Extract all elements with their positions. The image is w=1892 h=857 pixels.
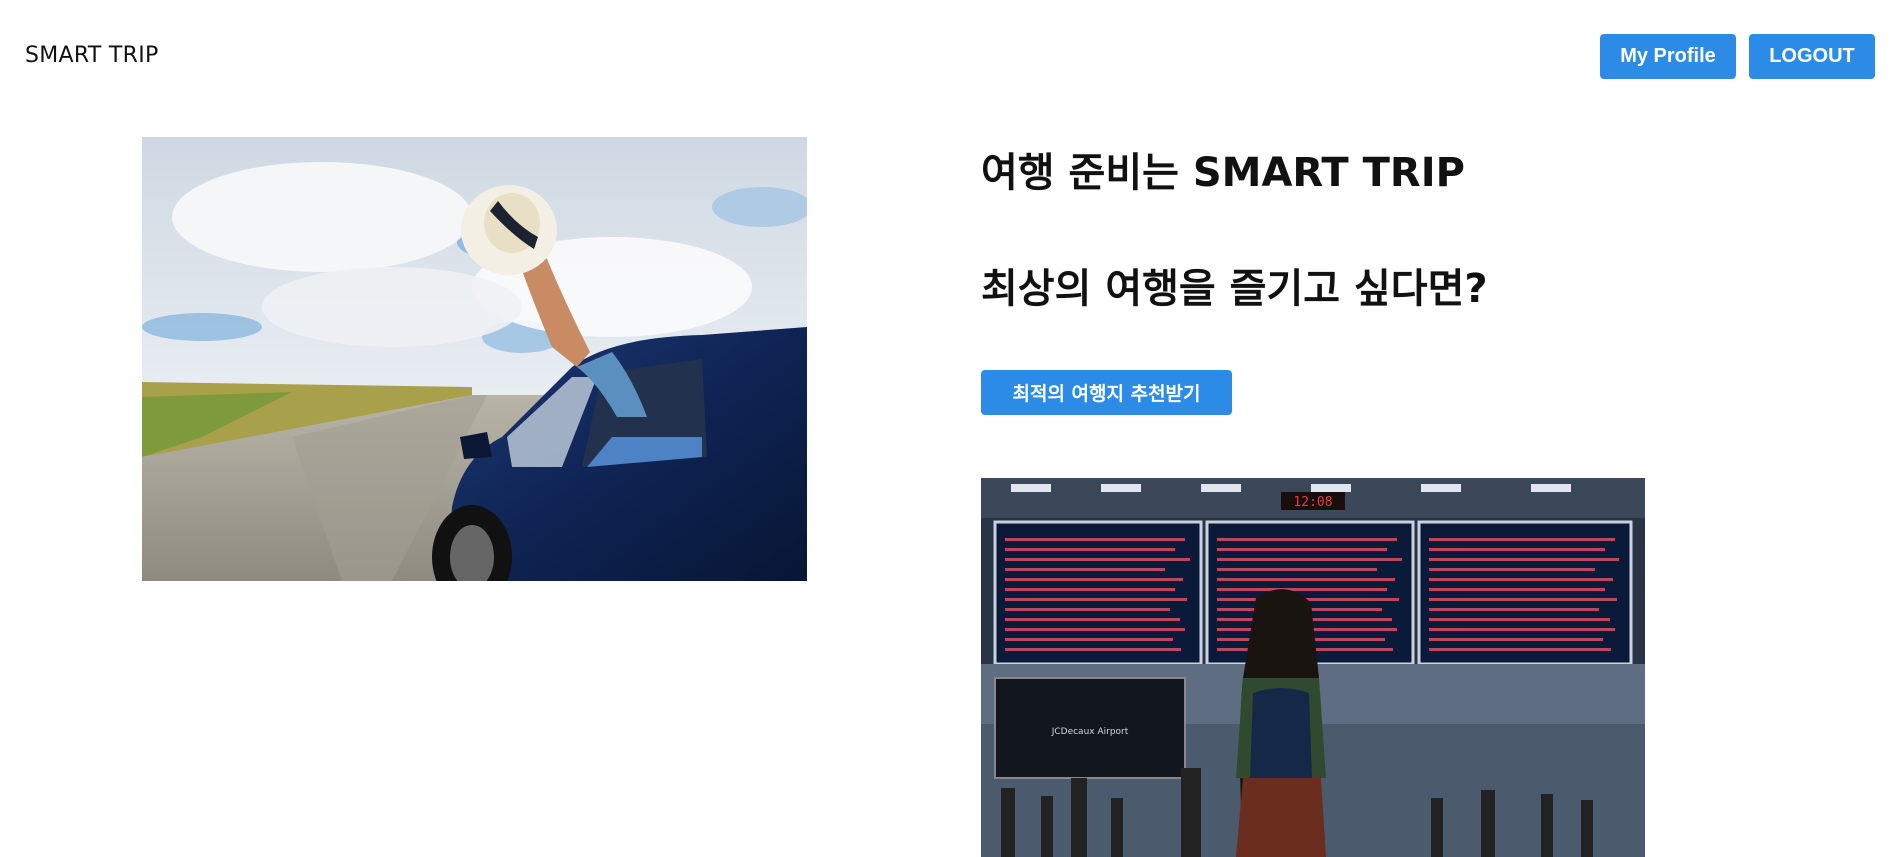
- hero-headline: 여행 준비는 SMART TRIP: [981, 150, 1465, 196]
- board-clock-text: 12:08: [1293, 495, 1332, 510]
- hero-subheadline: 최상의 여행을 즐기고 싶다면?: [981, 266, 1488, 312]
- airport-photo: 12:08 JCDecaux Airport: [981, 478, 1645, 857]
- recommend-destination-button[interactable]: 최적의 여행지 추천받기: [981, 370, 1232, 415]
- logout-button[interactable]: LOGOUT: [1749, 34, 1875, 79]
- car-road-photo: [142, 137, 807, 581]
- page: SMART TRIP My Profile LOGOUT 여행 준비는 SMAR…: [0, 0, 1892, 857]
- my-profile-button[interactable]: My Profile: [1600, 34, 1736, 79]
- airport-sign-text: JCDecaux Airport: [1051, 727, 1129, 737]
- brand-logo-text[interactable]: SMART TRIP: [25, 43, 159, 68]
